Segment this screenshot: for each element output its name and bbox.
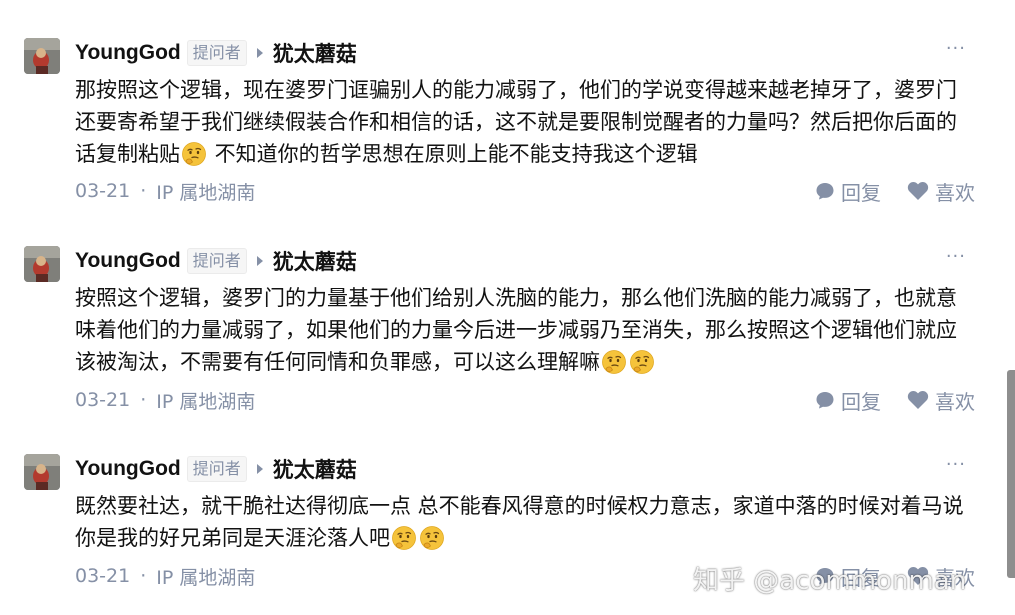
avatar[interactable] [24,454,60,490]
comment-meta: 03-21 · IP 属地湖南 回复 喜欢 [75,177,975,205]
reply-button[interactable]: 回复 [815,386,881,415]
meta-separator: · [140,180,147,202]
comment-text-part: 既然要社达，就干脆社达得彻底一点 总不能春风得意的时候权力意志，家道中落的时候对… [75,494,964,550]
asker-badge: 提问者 [186,40,247,66]
reply-arrow-icon [256,48,263,58]
reply-label: 回复 [841,389,881,414]
reply-label: 回复 [841,565,881,590]
meta-separator: · [140,565,147,587]
like-button[interactable]: 喜欢 [907,562,975,591]
reply-bubble-icon [816,183,834,200]
like-button[interactable]: 喜欢 [907,386,975,415]
avatar-image [24,38,60,74]
reply-arrow-icon [256,464,263,474]
more-options-icon[interactable]: ··· [946,246,966,267]
asker-badge: 提问者 [186,248,247,274]
comment-text: 按照这个逻辑，婆罗门的力量基于他们给别人洗脑的能力，那么他们洗脑的能力减弱了，也… [75,282,967,378]
reply-to-name[interactable]: 犹太蘑菇 [273,38,357,68]
heart-icon [907,391,929,409]
like-label: 喜欢 [935,180,975,205]
comment-text-part: 按照这个逻辑，婆罗门的力量基于他们给别人洗脑的能力，那么他们洗脑的能力减弱了，也… [75,286,957,374]
comment-meta: 03-21 · IP 属地湖南 回复 喜欢 [75,386,975,414]
more-options-icon[interactable]: ··· [946,38,966,59]
avatar[interactable] [24,246,60,282]
author-line: YoungGod 提问者 犹太蘑菇 [75,39,357,67]
avatar[interactable] [24,38,60,74]
comment-actions: 回复 喜欢 [789,386,975,414]
meta-separator: · [140,389,147,411]
scrollbar[interactable] [1007,370,1015,578]
reply-to-name[interactable]: 犹太蘑菇 [273,246,357,276]
reply-button[interactable]: 回复 [815,562,881,591]
thinking-face-emoji-icon [601,349,627,375]
comment-text: 既然要社达，就干脆社达得彻底一点 总不能春风得意的时候权力意志，家道中落的时候对… [75,490,967,554]
asker-badge: 提问者 [186,456,247,482]
author-name[interactable]: YoungGod [75,41,181,65]
comment-date: 03-21 [75,180,131,202]
author-line: YoungGod 提问者 犹太蘑菇 [75,247,357,275]
comment-date: 03-21 [75,565,131,587]
comment-meta: 03-21 · IP 属地湖南 回复 喜欢 [75,562,975,590]
like-button[interactable]: 喜欢 [907,177,975,206]
reply-arrow-icon [256,256,263,266]
reply-bubble-icon [816,392,834,409]
more-options-icon[interactable]: ··· [946,454,966,475]
reply-to-name[interactable]: 犹太蘑菇 [273,454,357,484]
thinking-face-emoji-icon [419,525,445,551]
reply-label: 回复 [841,180,881,205]
ip-location: IP 属地湖南 [156,566,256,589]
like-label: 喜欢 [935,565,975,590]
comment-text: 那按照这个逻辑，现在婆罗门诓骗别人的能力减弱了，他们的学说变得越来越老掉牙了，婆… [75,74,967,170]
ip-location: IP 属地湖南 [156,390,256,413]
comment-text-part: 不知道你的哲学思想在原则上能不能支持我这个逻辑 [208,142,698,166]
thinking-face-emoji-icon [181,141,207,167]
author-line: YoungGod 提问者 犹太蘑菇 [75,455,357,483]
reply-bubble-icon [816,568,834,585]
avatar-image [24,246,60,282]
avatar-image [24,454,60,490]
thinking-face-emoji-icon [629,349,655,375]
comment-actions: 回复 喜欢 [789,562,975,590]
like-label: 喜欢 [935,389,975,414]
thinking-face-emoji-icon [391,525,417,551]
heart-icon [907,567,929,585]
ip-location: IP 属地湖南 [156,181,256,204]
author-name[interactable]: YoungGod [75,249,181,273]
author-name[interactable]: YoungGod [75,457,181,481]
comment-actions: 回复 喜欢 [789,177,975,205]
heart-icon [907,182,929,200]
reply-button[interactable]: 回复 [815,177,881,206]
comment-date: 03-21 [75,389,131,411]
